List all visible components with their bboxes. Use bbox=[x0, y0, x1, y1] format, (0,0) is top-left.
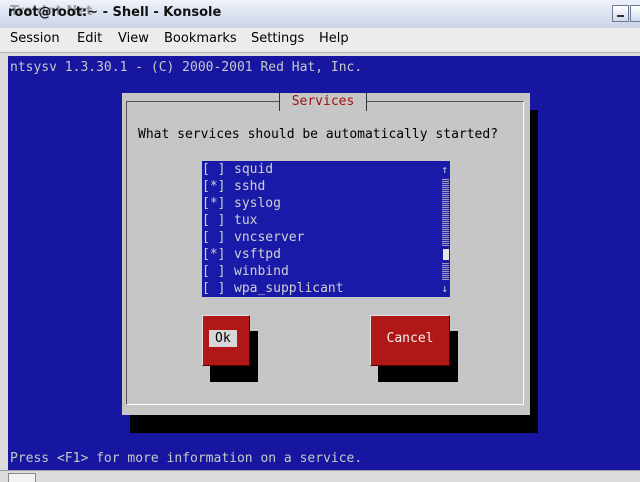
menu-session[interactable]: Session bbox=[10, 31, 60, 46]
window-title: root@root:~ - Shell - Konsole bbox=[8, 5, 222, 20]
service-row-sshd[interactable]: [*] sshd bbox=[202, 178, 450, 195]
services-dialog: Services What services should be automat… bbox=[122, 93, 530, 415]
scrollbar-thumb[interactable] bbox=[443, 249, 449, 260]
minimize-button[interactable] bbox=[612, 5, 629, 22]
ntsysv-header: ntsysv 1.3.30.1 - (C) 2000-2001 Red Hat,… bbox=[10, 60, 363, 75]
window-titlebar[interactable]: Traidnt Net root@root:~ - Shell - Konsol… bbox=[0, 0, 640, 29]
service-row-wpa-supplicant[interactable]: [ ] wpa_supplicant bbox=[202, 280, 450, 297]
dialog-title: Services bbox=[291, 94, 355, 109]
service-checkbox[interactable]: [ ] bbox=[202, 161, 225, 178]
service-checkbox[interactable]: [ ] bbox=[202, 280, 225, 297]
dialog-question: What services should be automatically st… bbox=[138, 127, 499, 142]
service-name: wpa_supplicant bbox=[234, 281, 344, 296]
service-checkbox[interactable]: [*] bbox=[202, 195, 225, 212]
ok-button-label: Ok bbox=[209, 330, 237, 347]
menu-settings[interactable]: Settings bbox=[251, 31, 304, 46]
services-list[interactable]: [ ] squid [*] sshd [*] syslog [ ] tux [ … bbox=[202, 161, 450, 297]
session-tab[interactable] bbox=[8, 473, 36, 482]
service-row-tux[interactable]: [ ] tux bbox=[202, 212, 450, 229]
dialog-title-box: Services bbox=[279, 93, 367, 111]
service-checkbox[interactable]: [*] bbox=[202, 246, 225, 263]
service-name: vsftpd bbox=[234, 247, 281, 262]
service-row-vsftpd[interactable]: [*] vsftpd bbox=[202, 246, 450, 263]
menu-edit[interactable]: Edit bbox=[77, 31, 102, 46]
service-name: winbind bbox=[234, 264, 289, 279]
service-name: tux bbox=[234, 213, 258, 228]
service-checkbox[interactable]: [ ] bbox=[202, 263, 225, 280]
service-row-winbind[interactable]: [ ] winbind bbox=[202, 263, 450, 280]
service-name: squid bbox=[234, 162, 274, 177]
scroll-up-arrow-icon[interactable]: ↑ bbox=[441, 161, 448, 178]
scroll-down-arrow-icon[interactable]: ↓ bbox=[441, 280, 448, 297]
scrollbar-track-lower[interactable] bbox=[442, 263, 449, 280]
menubar: Session Edit View Bookmarks Settings Hel… bbox=[0, 28, 640, 53]
scrollbar-track-upper[interactable] bbox=[442, 178, 449, 246]
service-row-syslog[interactable]: [*] syslog bbox=[202, 195, 450, 212]
cancel-button[interactable]: Cancel bbox=[370, 315, 450, 366]
tab-bar bbox=[0, 470, 640, 482]
service-name: syslog bbox=[234, 196, 281, 211]
service-row-vncserver[interactable]: [ ] vncserver bbox=[202, 229, 450, 246]
service-checkbox[interactable]: [*] bbox=[202, 178, 225, 195]
help-footer: Press <F1> for more information on a ser… bbox=[10, 451, 363, 466]
service-name: sshd bbox=[234, 179, 266, 194]
service-checkbox[interactable]: [ ] bbox=[202, 212, 225, 229]
ok-button[interactable]: Ok bbox=[202, 315, 250, 366]
menu-bookmarks[interactable]: Bookmarks bbox=[164, 31, 237, 46]
menu-help[interactable]: Help bbox=[319, 31, 349, 46]
menu-view[interactable]: View bbox=[118, 31, 149, 46]
close-button[interactable] bbox=[630, 5, 640, 22]
service-name: vncserver bbox=[234, 230, 305, 245]
service-checkbox[interactable]: [ ] bbox=[202, 229, 225, 246]
cancel-button-label: Cancel bbox=[386, 331, 434, 346]
service-row-squid[interactable]: [ ] squid bbox=[202, 161, 450, 178]
